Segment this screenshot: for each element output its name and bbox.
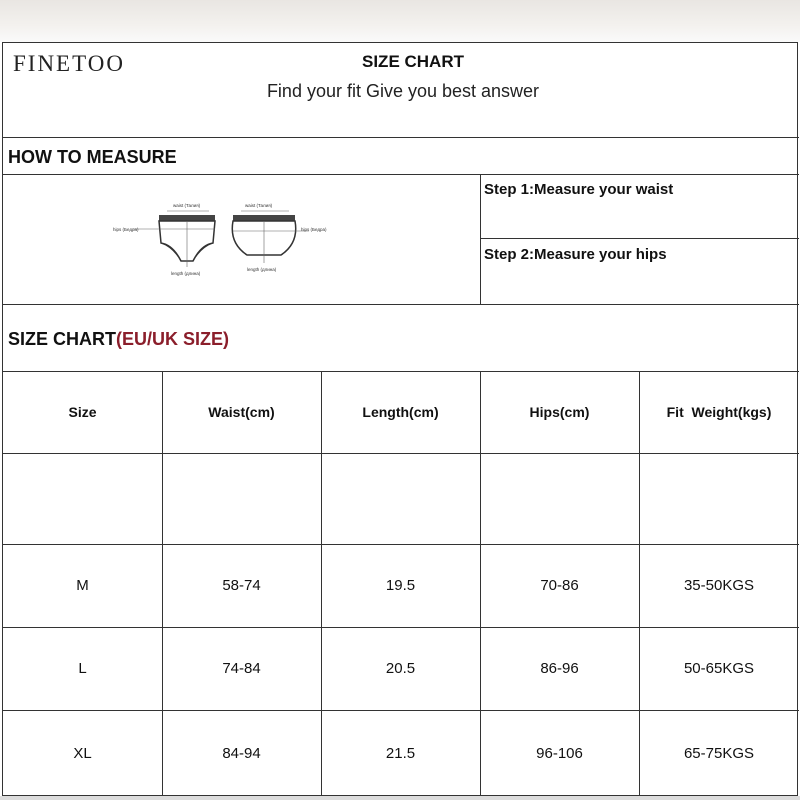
table-cell	[162, 453, 321, 544]
brand-logo: FINETOO	[13, 51, 125, 76]
table-cell	[3, 453, 162, 544]
size-chart-heading-accent: (EU/UK SIZE)	[116, 329, 230, 349]
how-to-measure-heading: HOW TO MEASURE	[8, 147, 177, 167]
diagram-label: length (длина)	[247, 267, 277, 272]
table-cell: 96-106	[536, 745, 583, 762]
table-cell: 86-96	[540, 660, 579, 677]
divider	[480, 238, 799, 239]
divider	[3, 174, 799, 175]
size-chart-heading: SIZE CHART(EU/UK SIZE)	[8, 329, 229, 350]
background-photo-strip	[0, 0, 800, 42]
table-cell: 70-86	[540, 577, 579, 594]
table-cell: 35-50KGS	[683, 577, 755, 594]
table-cell: 20.5	[385, 660, 416, 677]
diagram-label: waist (Талия)	[245, 203, 273, 208]
diagram-label: hips (Бедра)	[113, 227, 139, 232]
table-cell: 19.5	[385, 577, 416, 594]
underwear-measure-diagram-icon: waist (Талия) hips (Бедра) length (длина…	[113, 203, 327, 276]
diagram-label: hips (Бедра)	[301, 227, 327, 232]
table-cell	[639, 453, 799, 544]
table-cell: 50-65KGS	[683, 660, 755, 677]
table-cell: XL	[73, 745, 92, 762]
table-header-cell: Waist(cm)	[208, 404, 275, 420]
bottom-strip	[0, 796, 800, 800]
diagram-label: waist (Талия)	[173, 203, 201, 208]
step-1-text: Step 1:Measure your waist	[484, 181, 674, 198]
diagram-label: length (длина)	[171, 271, 201, 276]
divider	[3, 137, 799, 138]
divider	[3, 304, 799, 305]
table-header-cell: Size	[68, 404, 97, 420]
table-cell: 21.5	[385, 745, 416, 762]
table-cell: L	[78, 660, 87, 677]
table-header-cell: Fit Weight(kgs)	[666, 404, 772, 420]
brief-back-icon	[231, 210, 309, 263]
size-chart-heading-main: SIZE CHART	[8, 329, 116, 349]
brief-front-icon	[133, 210, 216, 267]
table-cell: 74-84	[222, 660, 261, 677]
table-header-cell: Length(cm)	[362, 404, 439, 420]
size-chart-sheet: FINETOO SIZE CHART Find your fit Give yo…	[2, 42, 799, 797]
table-cell	[321, 453, 480, 544]
table-cell: 58-74	[222, 577, 261, 594]
table-cell	[480, 453, 639, 544]
divider	[480, 174, 481, 304]
table-cell: M	[76, 577, 89, 594]
table-cell: 65-75KGS	[683, 745, 755, 762]
step-2-text: Step 2:Measure your hips	[484, 246, 667, 263]
table-cell: 84-94	[222, 745, 261, 762]
table-header-cell: Hips(cm)	[529, 404, 590, 420]
page-subtitle: Find your fit Give you best answer	[266, 81, 540, 101]
page-title: SIZE CHART	[362, 52, 464, 71]
